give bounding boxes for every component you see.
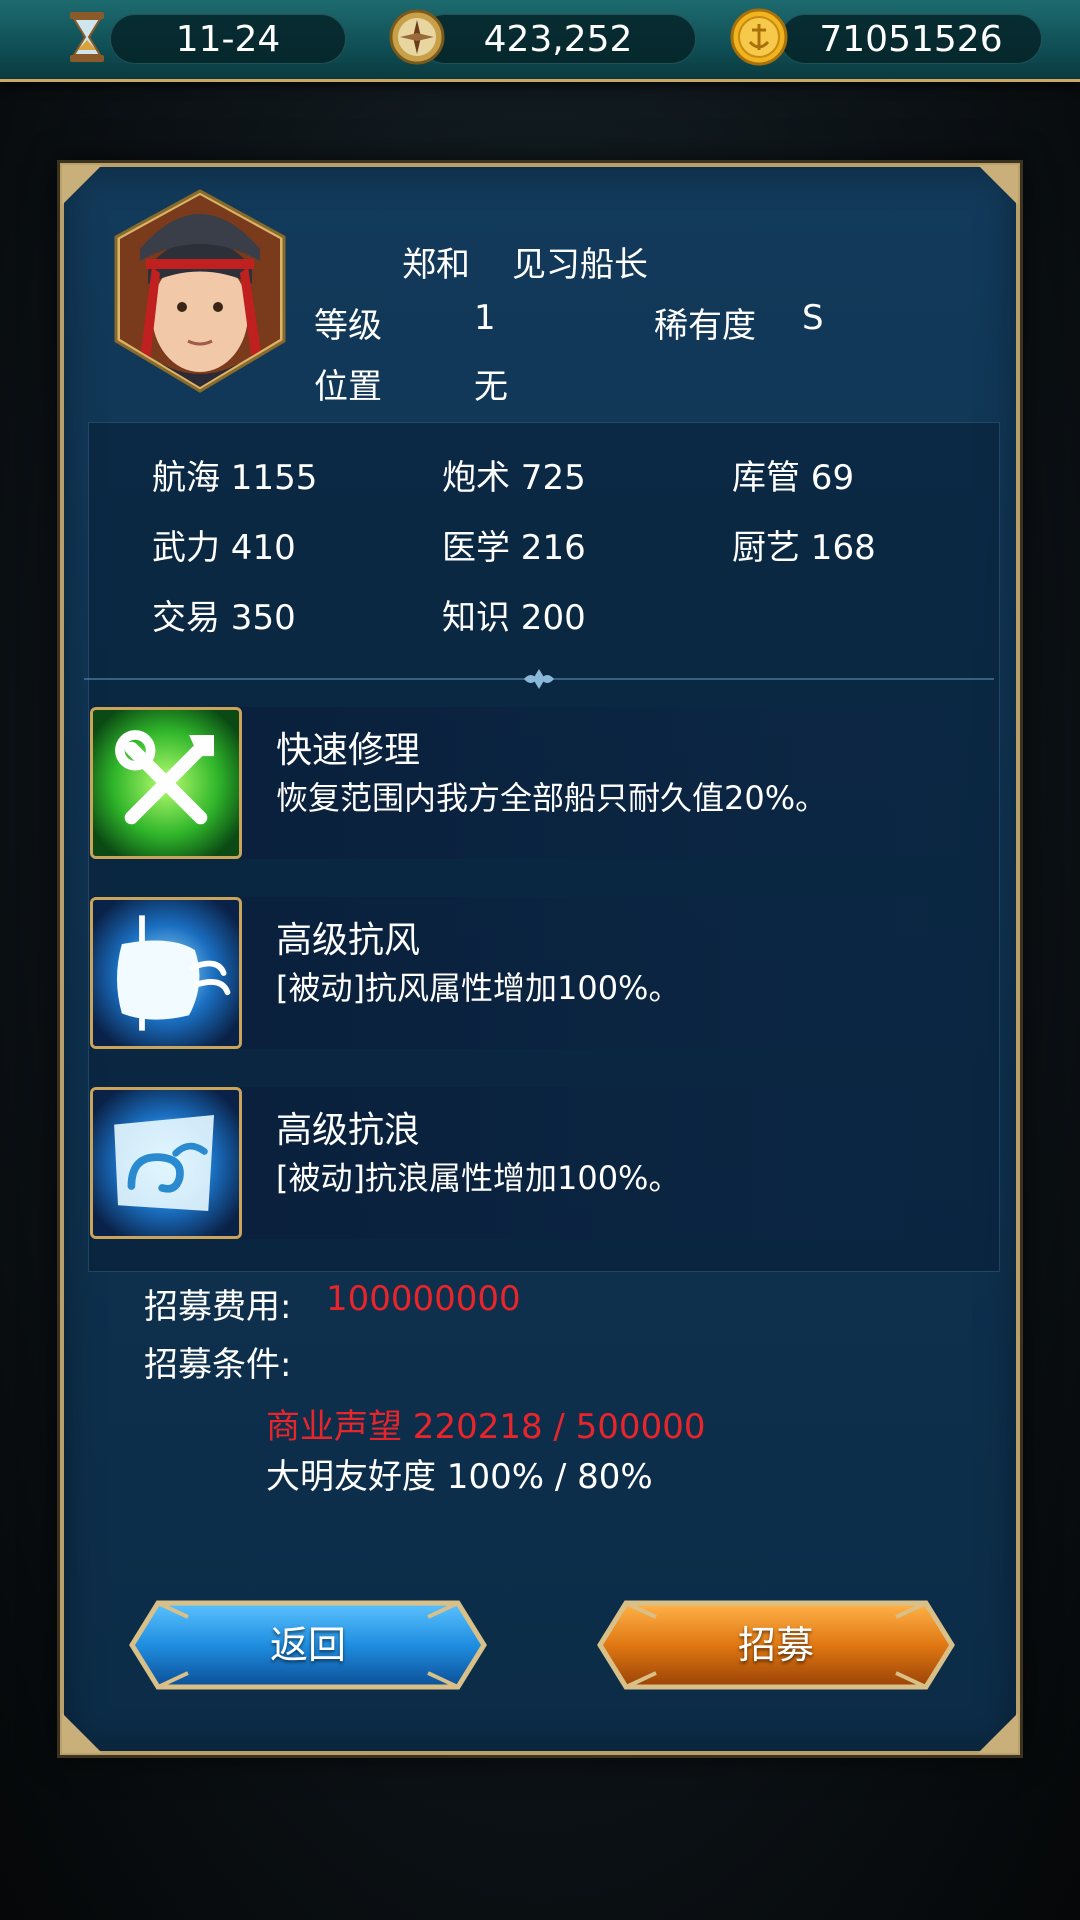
recruit-conditions-label: 招募条件: [144,1345,292,1385]
stat-medicine: 医学 216 [442,528,586,568]
rarity-label: 稀有度 [654,306,756,346]
recruit-button[interactable]: 招募 [596,1597,956,1693]
skill-row[interactable]: 高级抗浪 [被动]抗浪属性增加100%。 [90,1087,1000,1239]
corner-ornament [978,1713,1018,1753]
skill-name: 高级抗风 [276,920,421,961]
position-value: 无 [474,367,508,407]
wave-icon [90,1087,242,1239]
date-value: 11-24 [175,19,281,60]
position-label: 位置 [314,367,382,407]
gold-coin-icon [730,8,788,66]
recruit-cost-value: 100000000 [326,1279,521,1319]
skill-row[interactable]: 快速修理 恢复范围内我方全部船只耐久值20%。 [90,707,1000,859]
recruit-cost-label: 招募费用: [144,1287,292,1327]
skill-description: 恢复范围内我方全部船只耐久值20%。 [276,779,828,817]
resource-bar: 11-24 423,252 71051526 [0,0,1080,82]
stat-storage: 库管 69 [732,458,855,498]
officer-name: 郑和 [402,245,470,285]
officer-portrait [114,189,286,393]
officer-recruit-panel: 郑和 见习船长 等级 1 稀有度 S 位置 无 航海 1155 炮术 725 库… [60,163,1020,1755]
back-button[interactable]: 返回 [128,1597,488,1693]
skill-description: [被动]抗浪属性增加100%。 [276,1159,681,1197]
skill-name: 高级抗浪 [276,1110,421,1151]
stat-trade: 交易 350 [152,598,296,638]
corner-ornament [978,165,1018,205]
hourglass-icon [70,12,104,62]
stat-navigation: 航海 1155 [152,458,318,498]
corner-ornament [62,165,102,205]
stat-cooking: 厨艺 168 [732,528,876,568]
corner-ornament [62,1713,102,1753]
compass-icon [389,9,445,65]
officer-title: 见习船长 [512,245,648,285]
back-button-label: 返回 [269,1623,346,1667]
gold-resource: 71051526 [780,14,1042,64]
gold-value: 71051526 [819,19,1003,60]
compass-value: 423,252 [483,19,633,60]
skill-description: [被动]抗风属性增加100%。 [276,969,681,1007]
date-display: 11-24 [110,14,346,64]
condition-friendship: 大明友好度 100% / 80% [266,1457,653,1497]
compass-resource: 423,252 [420,14,696,64]
stat-gunnery: 炮术 725 [442,458,586,498]
rarity-value: S [802,298,824,338]
stat-knowledge: 知识 200 [442,598,586,638]
repair-tools-icon [90,707,242,859]
section-divider [84,669,994,689]
condition-reputation: 商业声望 220218 / 500000 [266,1407,706,1447]
stat-force: 武力 410 [152,528,296,568]
wind-sail-icon [90,897,242,1049]
skill-row[interactable]: 高级抗风 [被动]抗风属性增加100%。 [90,897,1000,1049]
level-label: 等级 [314,306,382,346]
level-value: 1 [474,298,496,338]
skill-name: 快速修理 [276,730,421,771]
recruit-button-label: 招募 [737,1623,814,1667]
